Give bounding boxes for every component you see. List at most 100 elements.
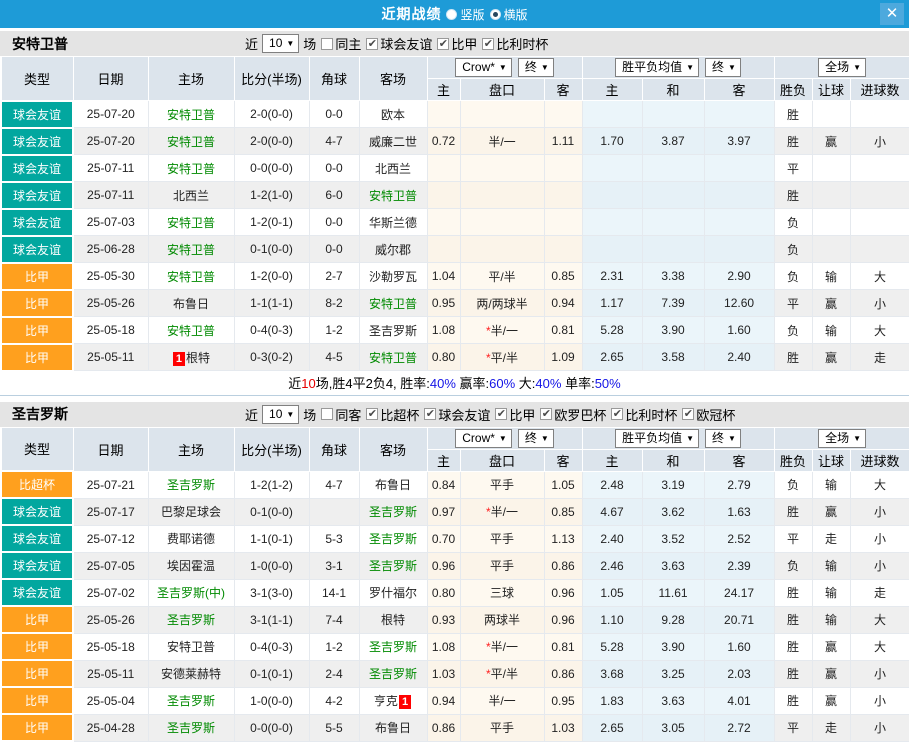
avg-type-dropdown[interactable]: 胜平负均值▼: [615, 429, 699, 448]
home-team-cell: 圣吉罗斯: [148, 714, 234, 741]
home-team-cell: 北西兰: [148, 182, 234, 209]
close-button[interactable]: ✕: [880, 3, 904, 25]
odds-period-dropdown[interactable]: 终▼: [518, 58, 554, 77]
odds-source-dropdown[interactable]: Crow*▼: [455, 58, 512, 77]
away-team-cell: 圣吉罗斯: [359, 552, 427, 579]
chevron-down-icon: ▼: [686, 434, 694, 443]
team-name: 根特: [186, 351, 210, 365]
away-team-cell: 华斯兰德: [359, 209, 427, 236]
handicap-result-cell: 赢: [812, 660, 850, 687]
handicap-result-cell: 输: [812, 317, 850, 344]
avg-away-cell: 24.17: [704, 579, 774, 606]
odds-away-cell: 1.11: [544, 128, 582, 155]
goals-result-cell: 小: [850, 714, 909, 741]
team-name: 圣吉罗斯: [369, 559, 417, 573]
date-cell: 25-07-17: [73, 498, 148, 525]
result-cell: 胜: [774, 606, 812, 633]
league-filter-checkbox[interactable]: ✔: [437, 38, 449, 50]
handicap-cell: 半/一: [460, 687, 544, 714]
filter-bar: 近10▼场同主✔球会友谊✔比甲✔比利时杯: [245, 34, 548, 53]
goals-result-cell: 大: [850, 606, 909, 633]
col-header: 客场: [359, 427, 427, 471]
avg-draw-cell: 3.38: [642, 263, 704, 290]
league-filter-label: 欧罗巴杯: [554, 405, 606, 424]
table-row: 比甲25-05-111根特0-3(0-2)4-5安特卫普0.80*平/半1.09…: [1, 344, 909, 371]
odds-away-cell: 1.13: [544, 525, 582, 552]
league-filter-checkbox[interactable]: ✔: [495, 408, 507, 420]
league-filter-checkbox[interactable]: ✔: [540, 408, 552, 420]
corner-cell: 0-0: [309, 236, 359, 263]
avg-away-cell: 2.79: [704, 471, 774, 498]
league-filter-label: 比利时杯: [625, 405, 677, 424]
result-cell: 平: [774, 155, 812, 182]
league-cell: 球会友谊: [1, 236, 73, 263]
radio-icon[interactable]: [490, 9, 501, 20]
avg-type-dropdown[interactable]: 胜平负均值▼: [615, 58, 699, 77]
layout-option-horizontal[interactable]: 横版: [490, 6, 528, 23]
odds-source-dropdown[interactable]: Crow*▼: [455, 429, 512, 448]
scope-dropdown[interactable]: 全场▼: [818, 58, 866, 77]
handicap-cell: [460, 155, 544, 182]
filter-unit-label: 场: [303, 34, 316, 53]
avg-home-cell: 2.65: [582, 714, 642, 741]
league-cell: 比超杯: [1, 471, 73, 498]
avg-draw-cell: 3.62: [642, 498, 704, 525]
summary-part: 50%: [595, 376, 621, 391]
col-header: 类型: [1, 57, 73, 101]
table-row: 球会友谊25-07-17巴黎足球会0-1(0-0)圣吉罗斯0.97*半/一0.8…: [1, 498, 909, 525]
date-cell: 25-07-05: [73, 552, 148, 579]
league-filter-checkbox[interactable]: ✔: [611, 408, 623, 420]
away-team-cell: 欧本: [359, 101, 427, 128]
date-cell: 25-07-03: [73, 209, 148, 236]
dropdown-value: 终: [525, 431, 537, 445]
sub-col-header: 和: [642, 79, 704, 101]
team-name: 圣吉罗斯: [369, 667, 417, 681]
team-title: 安特卫普: [0, 34, 245, 54]
league-filter-checkbox[interactable]: ✔: [424, 408, 436, 420]
match-count-select[interactable]: 10▼: [262, 405, 299, 424]
league-filter-checkbox[interactable]: ✔: [682, 408, 694, 420]
team-name: 沙勒罗瓦: [369, 270, 417, 284]
col-header: 角球: [309, 57, 359, 101]
league-filter-checkbox[interactable]: ✔: [366, 408, 378, 420]
odds-home-cell: 0.94: [427, 687, 460, 714]
team-name: 华斯兰德: [369, 216, 417, 230]
home-team-cell: 1根特: [148, 344, 234, 371]
score-cell: 0-1(0-0): [234, 236, 309, 263]
corner-cell: 0-0: [309, 101, 359, 128]
corner-cell: 2-4: [309, 660, 359, 687]
league-filter-label: 比甲: [509, 405, 535, 424]
result-cell: 胜: [774, 579, 812, 606]
goals-result-cell: 小: [850, 552, 909, 579]
handicap-result-cell: 赢: [812, 498, 850, 525]
odds-period-dropdown[interactable]: 终▼: [518, 429, 554, 448]
goals-result-cell: [850, 101, 909, 128]
away-team-cell: 圣吉罗斯: [359, 633, 427, 660]
radio-label: 竖版: [460, 6, 484, 23]
team-name: 安特卫普: [369, 351, 417, 365]
scope-dropdown[interactable]: 全场▼: [818, 429, 866, 448]
team-name: 安特卫普: [369, 189, 417, 203]
same-venue-checkbox[interactable]: [321, 38, 333, 50]
away-team-cell: 布鲁日: [359, 471, 427, 498]
handicap-result-cell: [812, 101, 850, 128]
league-filter-checkbox[interactable]: ✔: [482, 38, 494, 50]
team-name: 安特卫普: [167, 216, 215, 230]
radio-icon[interactable]: [446, 9, 457, 20]
layout-option-vertical[interactable]: 竖版: [446, 6, 484, 23]
handicap-result-cell: 赢: [812, 128, 850, 155]
avg-period-dropdown[interactable]: 终▼: [705, 429, 741, 448]
goals-result-cell: [850, 236, 909, 263]
odds-home-cell: 0.93: [427, 606, 460, 633]
team-name: 埃因霍温: [167, 559, 215, 573]
avg-period-dropdown[interactable]: 终▼: [705, 58, 741, 77]
match-count-select[interactable]: 10▼: [262, 34, 299, 53]
away-team-cell: 罗什福尔: [359, 579, 427, 606]
date-cell: 25-05-18: [73, 633, 148, 660]
league-filter-checkbox[interactable]: ✔: [366, 38, 378, 50]
handicap-cell: [460, 209, 544, 236]
score-cell: 1-1(1-1): [234, 290, 309, 317]
sub-col-header: 主: [582, 449, 642, 471]
page-title: 近期战绩: [381, 4, 441, 24]
same-venue-checkbox[interactable]: [321, 408, 333, 420]
